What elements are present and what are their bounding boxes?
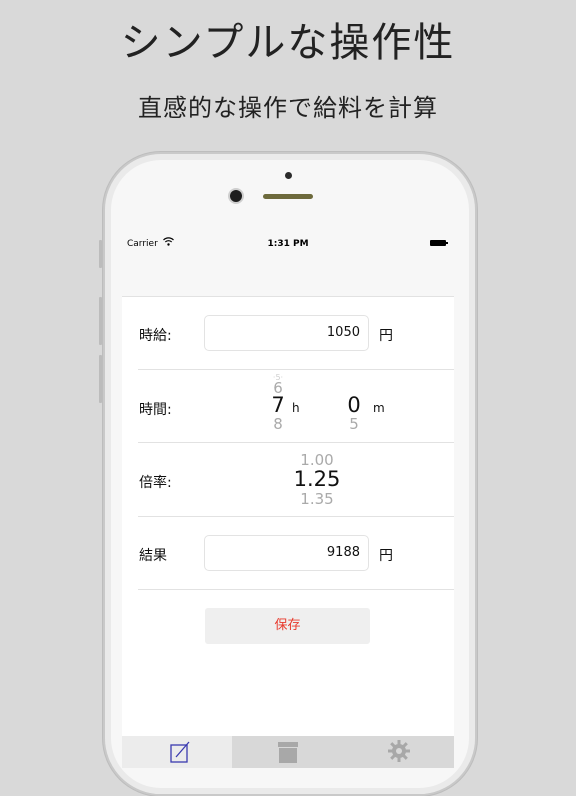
compose-icon: [169, 740, 191, 768]
mute-switch: [99, 240, 102, 268]
wage-unit: 円: [379, 328, 393, 344]
tab-compose[interactable]: [122, 736, 232, 768]
hours-unit: h: [292, 401, 300, 415]
minutes-picker[interactable]: 0 5: [338, 373, 378, 437]
promo-subline: 直感的な操作で給料を計算: [138, 94, 438, 122]
minutes-picker-selected: 0: [347, 393, 361, 417]
tab-bar: [122, 736, 454, 768]
tab-settings[interactable]: [342, 736, 452, 768]
minutes-picker-next: 5: [349, 415, 359, 433]
result-unit: 円: [379, 548, 393, 564]
battery-icon: [430, 240, 448, 246]
rate-picker[interactable]: 1.00 1.25 1.35: [282, 449, 352, 513]
tab-archive[interactable]: [232, 736, 342, 768]
wage-label: 時給:: [139, 328, 172, 344]
result-field: 9188: [204, 535, 369, 571]
volume-up-button: [99, 297, 102, 345]
proximity-sensor: [285, 172, 292, 179]
row-divider: [138, 442, 454, 443]
hours-picker-selected: 7: [271, 393, 285, 417]
time-label: 時間:: [139, 402, 172, 418]
navigation-bar: [122, 253, 454, 297]
result-label: 結果: [139, 548, 167, 564]
minutes-unit: m: [373, 401, 385, 415]
front-camera: [230, 190, 242, 202]
status-time: 1:31 PM: [267, 239, 309, 249]
status-bar: Carrier 1:31 PM: [122, 235, 454, 253]
rate-picker-selected: 1.25: [293, 467, 341, 491]
wage-input[interactable]: 1050: [204, 315, 369, 351]
promo-headline: シンプルな操作性: [120, 20, 456, 66]
volume-down-button: [99, 355, 102, 403]
gear-icon: [387, 739, 411, 767]
save-button[interactable]: 保存: [205, 608, 370, 644]
earpiece-speaker: [263, 194, 313, 199]
row-divider: [138, 589, 454, 590]
hours-picker-next: 8: [273, 415, 283, 433]
rate-label: 倍率:: [139, 475, 172, 491]
row-divider: [138, 516, 454, 517]
app-screen: Carrier 1:31 PM 時給: 1050 円 時間: ·5· 6 7 8…: [122, 235, 454, 768]
rate-picker-next: 1.35: [300, 490, 334, 508]
archive-icon: [277, 740, 299, 768]
row-divider: [138, 369, 454, 370]
